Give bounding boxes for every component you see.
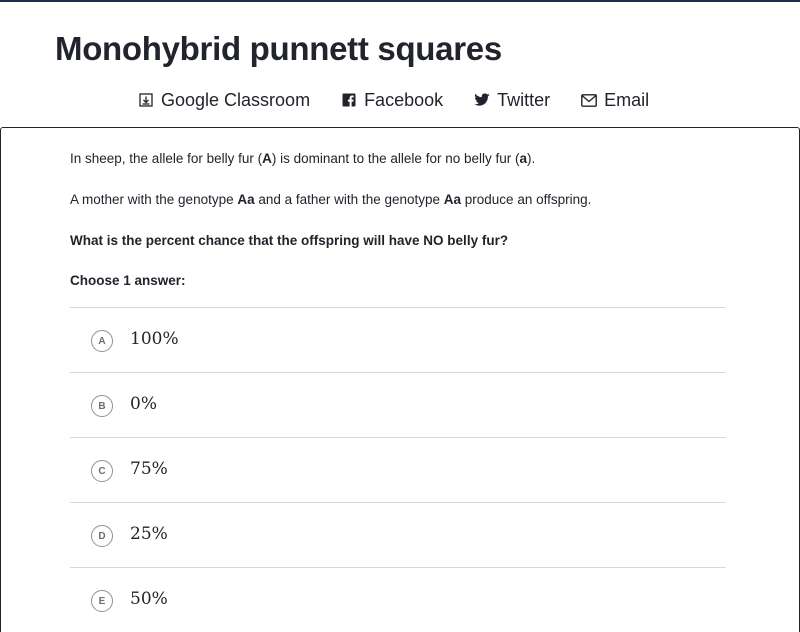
share-email-button[interactable]: Email (581, 90, 649, 111)
choice-letter-circle: C (91, 460, 113, 482)
choice-letter-circle: B (91, 395, 113, 417)
choice-a[interactable]: A 100% (70, 307, 726, 372)
allele-recessive: a (519, 151, 527, 166)
allele-dominant: A (262, 151, 272, 166)
share-email-label: Email (604, 89, 650, 110)
page-title: Monohybrid punnett squares (55, 30, 502, 67)
choice-letter-circle: D (91, 525, 113, 547)
share-facebook-button[interactable]: Facebook (341, 90, 443, 111)
question-text: ). (527, 151, 536, 166)
choice-e[interactable]: E 50% (70, 567, 726, 632)
facebook-icon (341, 92, 357, 108)
question-text: and a father with the genotype (254, 192, 444, 207)
choice-value: 75% (130, 459, 168, 479)
answer-choices: A 100% B 0% C 75% D 25% E 50% (70, 307, 726, 632)
mother-genotype: Aa (237, 192, 255, 207)
share-google-classroom-label: Google Classroom (161, 89, 311, 110)
question-paragraph-2: A mother with the genotype Aa and a fath… (70, 192, 591, 207)
share-twitter-label: Twitter (497, 89, 551, 110)
answer-instruction: Choose 1 answer: (70, 273, 186, 288)
share-facebook-label: Facebook (364, 89, 444, 110)
choice-c[interactable]: C 75% (70, 437, 726, 502)
question-paragraph-1: In sheep, the allele for belly fur (A) i… (70, 151, 535, 166)
question-text: A mother with the genotype (70, 192, 238, 207)
choice-d[interactable]: D 25% (70, 502, 726, 567)
choice-letter-circle: E (91, 590, 113, 612)
google-classroom-icon (138, 92, 154, 108)
share-bar: Google Classroom Facebook Twitter Email (138, 88, 649, 112)
choice-b[interactable]: B 0% (70, 372, 726, 437)
choice-letter-circle: A (91, 330, 113, 352)
choice-value: 50% (130, 589, 168, 609)
question-text: ) is dominant to the allele for no belly… (271, 151, 520, 166)
twitter-icon (474, 92, 490, 108)
share-twitter-button[interactable]: Twitter (474, 90, 550, 111)
choice-value: 25% (130, 524, 168, 544)
question-text: In sheep, the allele for belly fur ( (70, 151, 263, 166)
choice-value: 100% (130, 329, 179, 349)
question-text: produce an offspring. (461, 192, 592, 207)
choice-value: 0% (130, 394, 157, 414)
share-google-classroom-button[interactable]: Google Classroom (138, 90, 310, 111)
top-rule (0, 0, 800, 2)
email-icon (581, 92, 598, 108)
question-prompt: What is the percent chance that the offs… (70, 233, 509, 248)
father-genotype: Aa (443, 192, 462, 207)
